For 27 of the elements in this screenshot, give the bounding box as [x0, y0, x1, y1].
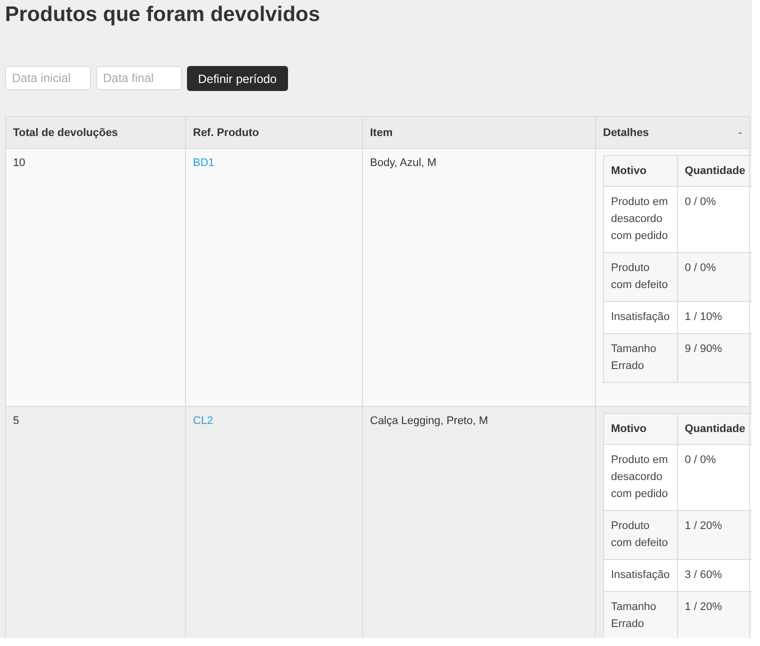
column-header: Ref. Produto	[193, 126, 259, 138]
product-ref-link[interactable]: CL2	[193, 415, 214, 427]
total-cell: 10	[6, 148, 186, 406]
set-period-button[interactable]: Definir período	[187, 66, 288, 91]
start-date-field[interactable]: Data inicial	[5, 66, 91, 90]
column-header: Total de devoluções	[13, 126, 118, 138]
page-title: Produtos que foram devolvidos	[5, 2, 322, 28]
end-date-field[interactable]: Data final	[96, 66, 182, 90]
column-header: Motivo	[604, 156, 678, 186]
product-ref-link[interactable]: BD1	[193, 157, 214, 169]
reason-cell: Produto com defeito	[604, 510, 678, 560]
quantity-cell: 0 / 0%	[677, 252, 752, 302]
reason-cell: Tamanho Errado	[604, 592, 678, 638]
column-header: Item	[370, 126, 393, 138]
item-cell: Body, Azul, M	[362, 148, 596, 406]
reason-cell: Tamanho Errado	[604, 334, 678, 382]
quantity-cell: 1 / 20%	[677, 510, 752, 560]
collapse-toggle[interactable]: -	[738, 126, 742, 138]
column-header: Motivo	[604, 414, 678, 444]
reason-cell: Produto com defeito	[604, 252, 678, 302]
item-cell: Calça Legging, Preto, M	[362, 406, 596, 638]
quantity-cell: 1 / 20%	[677, 592, 752, 638]
column-header: Detalhes	[603, 126, 649, 138]
column-header: Quantidade	[677, 156, 752, 186]
quantity-cell: 9 / 90%	[677, 334, 752, 382]
total-cell: 5	[6, 406, 186, 638]
column-header: Quantidade	[677, 414, 752, 444]
